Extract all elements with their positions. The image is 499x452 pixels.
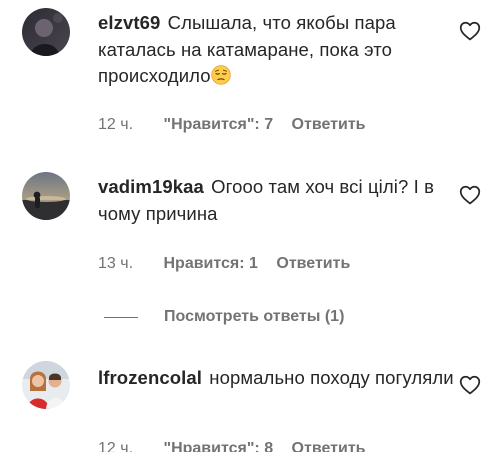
like-heart-icon[interactable] <box>459 21 481 41</box>
comment-text: нормально походу погуляли <box>209 367 454 388</box>
comment-body: lfrozencolal нормально походу погуляли <box>98 365 458 392</box>
comment-likes[interactable]: Нравится: 1 <box>163 255 257 273</box>
comment-time[interactable]: 12 ч. <box>98 440 133 452</box>
reply-button[interactable]: Ответить <box>292 440 366 452</box>
avatar[interactable] <box>22 8 70 56</box>
avatar-image <box>22 361 70 409</box>
replies-divider-line <box>104 316 138 318</box>
comment-username[interactable]: elzvt69 <box>98 12 160 33</box>
reply-button[interactable]: Ответить <box>292 116 366 134</box>
comment-username[interactable]: vadim19kaa <box>98 176 204 197</box>
reply-button[interactable]: Ответить <box>276 255 350 273</box>
avatar-image <box>22 172 70 220</box>
comment-meta: 12 ч. "Нравится": 8 Ответить <box>98 440 365 452</box>
view-replies-label: Посмотреть ответы (1) <box>164 308 345 325</box>
comment-username[interactable]: lfrozencolal <box>98 367 202 388</box>
comments-list: elzvt69 Слышала, что якобы пара каталась… <box>0 0 499 452</box>
comment-time[interactable]: 12 ч. <box>98 116 133 134</box>
pensive-face-emoji <box>210 65 231 85</box>
like-heart-icon[interactable] <box>459 375 481 395</box>
comment-meta: 12 ч. "Нравится": 7 Ответить <box>98 116 365 134</box>
comment-likes[interactable]: "Нравится": 8 <box>163 440 273 452</box>
avatar[interactable] <box>22 172 70 220</box>
comment-body: elzvt69 Слышала, что якобы пара каталась… <box>98 10 458 90</box>
comment-meta: 13 ч. Нравится: 1 Ответить <box>98 255 350 273</box>
avatar[interactable] <box>22 361 70 409</box>
comment-likes[interactable]: "Нравится": 7 <box>163 116 273 134</box>
like-heart-icon[interactable] <box>459 185 481 205</box>
comment-time[interactable]: 13 ч. <box>98 255 133 273</box>
view-replies-button[interactable]: Посмотреть ответы (1) <box>104 305 344 329</box>
avatar-image <box>22 8 70 56</box>
comment-body: vadim19kaa Огооо там хоч всі цілі? І в ч… <box>98 174 458 227</box>
